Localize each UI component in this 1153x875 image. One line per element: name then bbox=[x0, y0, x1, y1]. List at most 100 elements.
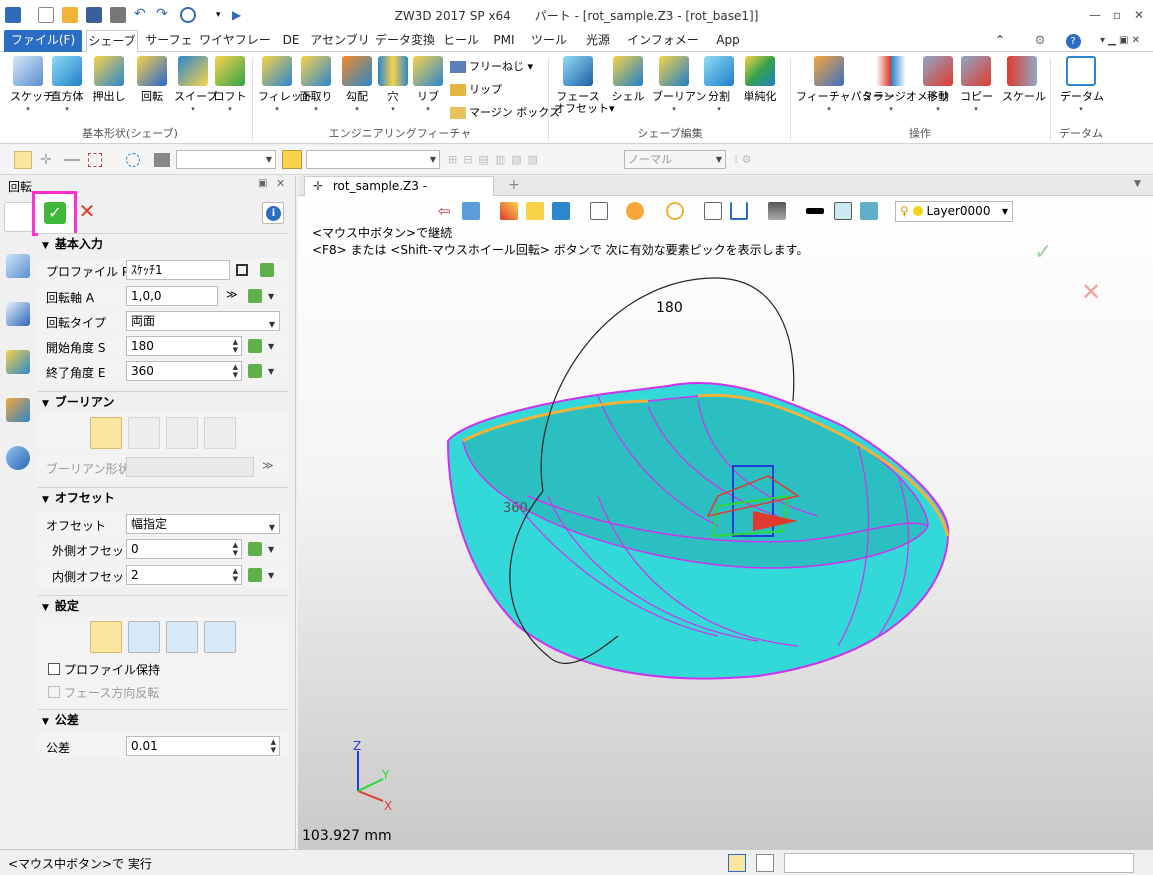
tolerance-field[interactable]: 0.01 ▲ ▼ bbox=[126, 736, 280, 756]
revolve-type-select[interactable]: 両面 ▼ bbox=[126, 311, 280, 331]
start-angle-pick-icon[interactable] bbox=[248, 339, 262, 353]
loft-button[interactable]: ロフト ▾ bbox=[212, 56, 248, 113]
simplify-button[interactable]: 単純化 bbox=[740, 56, 780, 103]
face-offset-button[interactable]: フェース オフセット▾ bbox=[554, 56, 615, 115]
document-tab[interactable]: ✛ rot_sample.Z3 - [rot_base1] ✕ bbox=[304, 176, 494, 212]
thread-button[interactable]: フリーねじ ▾ bbox=[450, 58, 533, 74]
view-style-icon[interactable] bbox=[626, 202, 644, 220]
start-angle-field[interactable]: 180 ▲ ▼ bbox=[126, 336, 242, 356]
filter-icon[interactable] bbox=[154, 153, 170, 167]
axis-dropdown-icon[interactable]: ▼ bbox=[268, 292, 274, 301]
boolean-button[interactable]: ブーリアン ▾ bbox=[652, 56, 707, 113]
chamfer-button[interactable]: 面取り ▾ bbox=[298, 56, 334, 113]
mirror-geometry-button[interactable]: ミラージオメトリ ▾ bbox=[862, 56, 950, 113]
assembly-tree-icon[interactable] bbox=[6, 302, 30, 326]
boolean-shape-field[interactable] bbox=[126, 457, 254, 477]
wire-cube-icon[interactable] bbox=[590, 202, 608, 220]
keep-profile-checkbox[interactable] bbox=[48, 663, 60, 675]
datum-button[interactable]: データム ▾ bbox=[1060, 56, 1104, 113]
status-panel-icon[interactable] bbox=[728, 854, 746, 872]
offset-type-select[interactable]: 幅指定 ▼ bbox=[126, 514, 280, 534]
axis-pick-icon[interactable] bbox=[248, 289, 262, 303]
filter-mode-combo[interactable]: ノーマル ▼ bbox=[624, 150, 726, 169]
viewport-cancel-icon[interactable]: ✕ bbox=[1081, 278, 1101, 306]
shaded-icon[interactable] bbox=[526, 202, 544, 220]
section-boolean[interactable]: ▼ ブーリアン bbox=[38, 391, 288, 411]
section-basic-input[interactable]: ▼ 基本入力 bbox=[38, 233, 288, 253]
dimension-label-180[interactable]: 180 bbox=[656, 300, 683, 316]
shell-button[interactable]: シェル bbox=[610, 56, 646, 103]
outer-offset-field[interactable]: 0 ▲ ▼ bbox=[126, 539, 242, 559]
line-color-icon[interactable] bbox=[806, 208, 824, 214]
profile-field[interactable]: ｽｹｯﾁ1 bbox=[126, 260, 230, 280]
end-angle-pick-icon[interactable] bbox=[248, 364, 262, 378]
render-mode-icon[interactable] bbox=[552, 202, 570, 220]
section-offset[interactable]: ▼ オフセット bbox=[38, 487, 288, 507]
inner-offset-dropdown-icon[interactable]: ▼ bbox=[268, 571, 274, 580]
box-select-icon[interactable] bbox=[88, 153, 102, 167]
user-icon[interactable] bbox=[6, 446, 30, 470]
close-button[interactable]: ✕ bbox=[1129, 6, 1149, 24]
tab-shape[interactable]: シェーブ bbox=[86, 30, 138, 53]
pick-combo[interactable]: ▼ bbox=[306, 150, 440, 169]
settings-gear-icon[interactable]: ⚙ bbox=[1030, 30, 1050, 52]
background-icon[interactable] bbox=[768, 202, 786, 220]
feature-pattern-button[interactable]: フィーチャパターン ▾ bbox=[796, 56, 894, 113]
3d-viewport[interactable]: 180 360 Z X Y <マウス中ボタン>で継続 <F8> または <Shi… bbox=[298, 196, 1153, 849]
profile-pick-icon[interactable] bbox=[260, 263, 274, 277]
smart-pick-icon[interactable] bbox=[282, 150, 302, 169]
line-select-icon[interactable] bbox=[64, 159, 80, 161]
sketch-button[interactable]: スケッチ ▾ bbox=[10, 56, 54, 113]
tab-file[interactable]: ファイル(F) bbox=[4, 30, 82, 52]
end-angle-dropdown-icon[interactable]: ▼ bbox=[268, 367, 274, 376]
rib-button[interactable]: リブ ▾ bbox=[412, 56, 444, 113]
status-list-icon[interactable] bbox=[756, 854, 774, 872]
lasso-select-icon[interactable] bbox=[126, 153, 140, 167]
zoom-fit-icon[interactable] bbox=[666, 202, 684, 220]
ribbon-collapse-icon[interactable]: ⌃ bbox=[990, 30, 1010, 52]
sweep-button[interactable]: スイープ ▾ bbox=[174, 56, 217, 113]
start-angle-dropdown-icon[interactable]: ▼ bbox=[268, 342, 274, 351]
layer-icon[interactable] bbox=[860, 202, 878, 220]
tab-wireframe[interactable]: ワイヤフレーム bbox=[198, 30, 272, 68]
setting-option-1-button[interactable] bbox=[90, 621, 122, 653]
revolve-command-icon[interactable] bbox=[4, 202, 34, 232]
margin-box-button[interactable]: マージン ボックス bbox=[450, 104, 560, 120]
section-tolerance[interactable]: ▼ 公差 bbox=[38, 709, 288, 729]
inner-offset-field[interactable]: 2 ▲ ▼ bbox=[126, 565, 242, 585]
tab-pmi[interactable]: PMI bbox=[486, 30, 522, 52]
new-tab-icon[interactable]: + bbox=[508, 177, 520, 193]
split-button[interactable]: 分割 ▾ bbox=[702, 56, 736, 113]
scale-button[interactable]: スケール bbox=[1002, 56, 1046, 103]
help-icon[interactable]: ? bbox=[1063, 30, 1083, 52]
lip-button[interactable]: リップ bbox=[450, 81, 502, 97]
object-manager-icon[interactable] bbox=[6, 350, 30, 374]
inner-offset-pick-icon[interactable] bbox=[248, 568, 262, 582]
confirm-button[interactable]: ✓ bbox=[32, 191, 77, 236]
tab-data-conversion[interactable]: データ変換 bbox=[374, 30, 436, 52]
setting-option-4-button[interactable] bbox=[204, 621, 236, 653]
frame-icon[interactable] bbox=[704, 202, 722, 220]
panel-close-icon[interactable]: ✕ bbox=[276, 177, 285, 190]
setting-option-3-button[interactable] bbox=[166, 621, 198, 653]
layer-combo[interactable]: ♀ Layer0000 ▼ bbox=[895, 201, 1013, 222]
move-button[interactable]: 移動 ▾ bbox=[922, 56, 954, 113]
hole-button[interactable]: 穴 ▾ bbox=[378, 56, 408, 113]
boolean-shape-expand-icon[interactable]: ≫ bbox=[262, 459, 274, 472]
command-input[interactable] bbox=[784, 853, 1134, 873]
boolean-remove-button[interactable] bbox=[166, 417, 198, 449]
reverse-face-checkbox[interactable] bbox=[48, 686, 60, 698]
tab-information[interactable]: インフォメーション bbox=[626, 30, 700, 68]
tab-light[interactable]: 光源 bbox=[576, 30, 620, 52]
outer-offset-pick-icon[interactable] bbox=[248, 542, 262, 556]
tab-app[interactable]: App bbox=[708, 30, 748, 52]
doc-window-controls[interactable]: ▾ ▁ ▣ ✕ bbox=[1090, 30, 1150, 52]
pick-select-icon[interactable] bbox=[14, 151, 32, 169]
boolean-intersect-button[interactable] bbox=[204, 417, 236, 449]
view-exit-icon[interactable]: ⇦ bbox=[438, 202, 456, 220]
face-color-icon[interactable] bbox=[834, 202, 852, 220]
dimension-label-360[interactable]: 360 bbox=[503, 501, 528, 516]
boolean-add-button[interactable] bbox=[128, 417, 160, 449]
draft-button[interactable]: 勾配 ▾ bbox=[340, 56, 374, 113]
cross-select-icon[interactable]: ✛ bbox=[40, 153, 54, 167]
